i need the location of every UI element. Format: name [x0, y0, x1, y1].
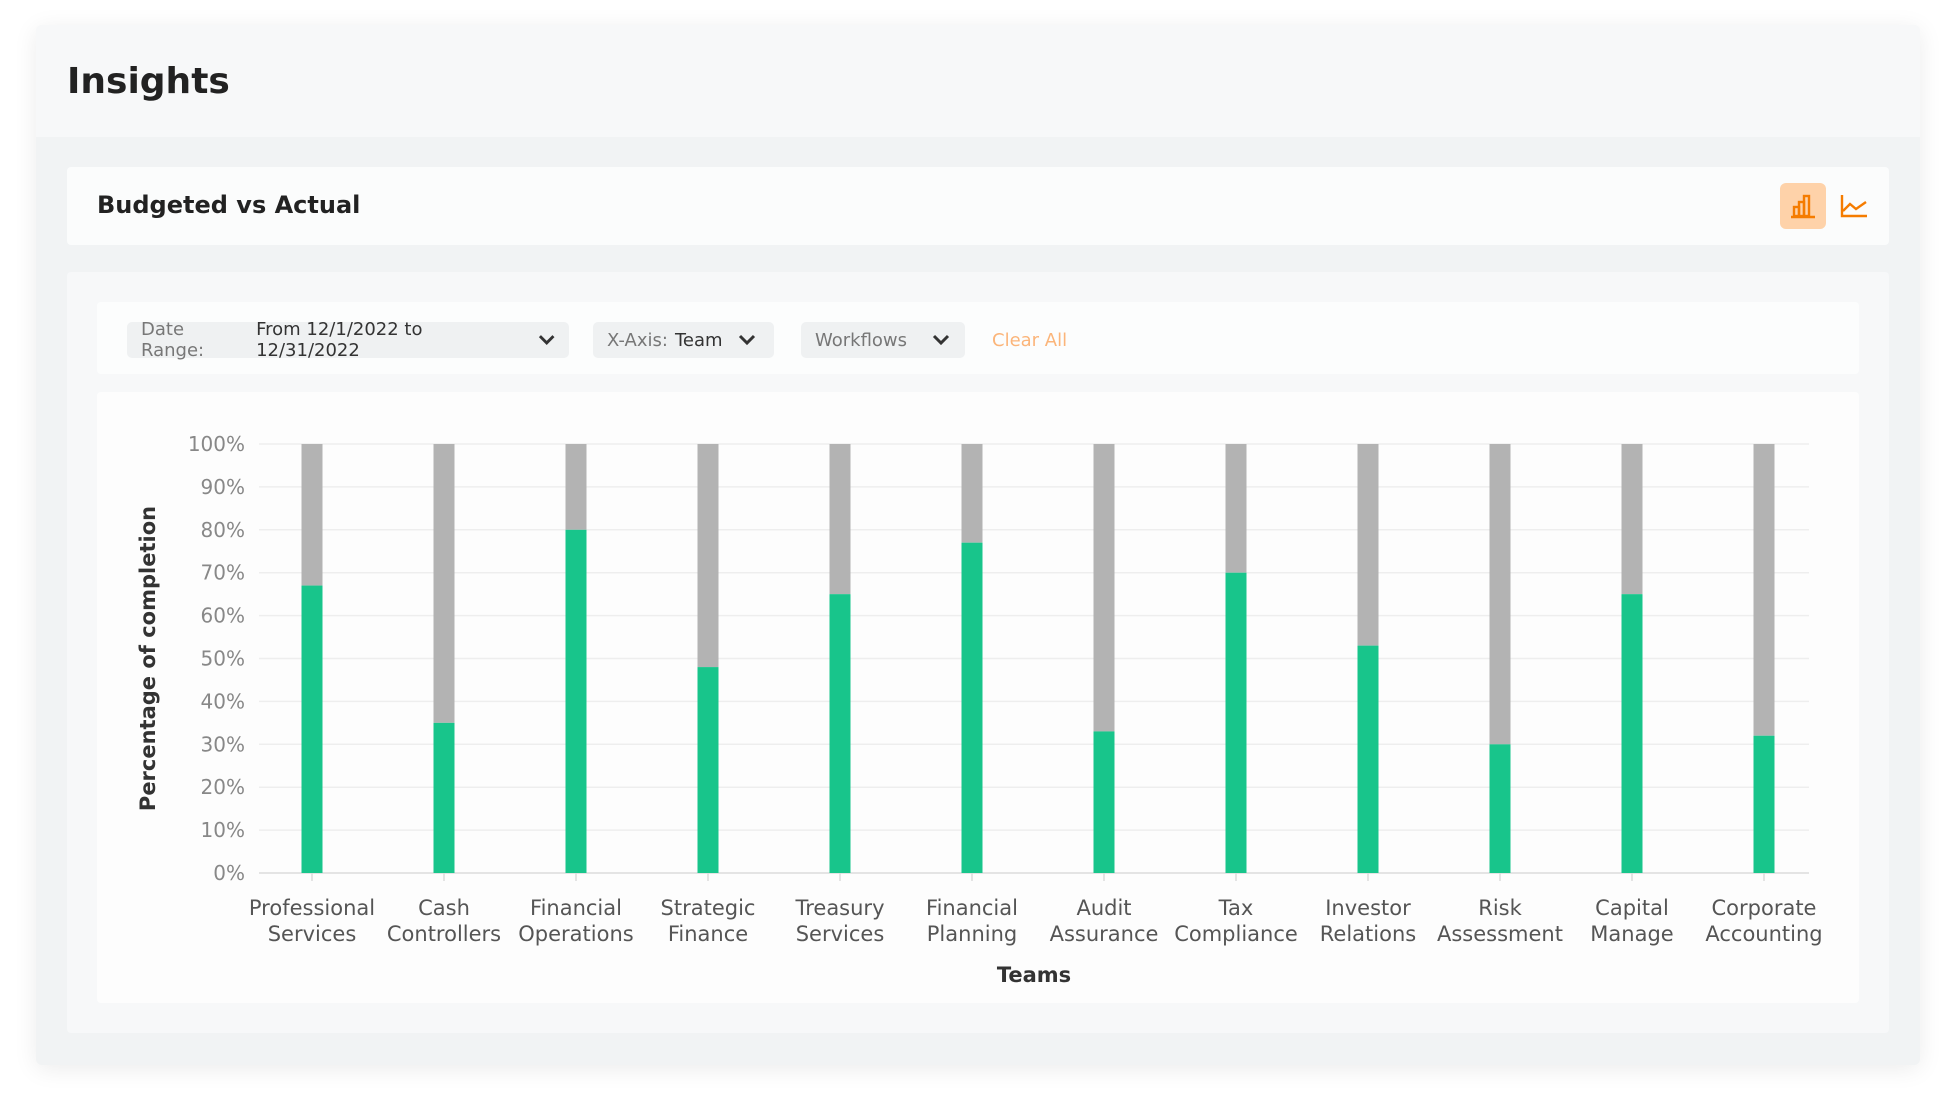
budget-bar	[1225, 444, 1247, 573]
budget-bar	[697, 444, 719, 668]
x-tick-label: Assessment	[1437, 922, 1563, 946]
y-tick-label: 70%	[201, 561, 245, 585]
y-tick-label: 100%	[188, 432, 245, 456]
x-tick-label: Compliance	[1174, 922, 1298, 946]
y-tick-label: 40%	[201, 689, 245, 713]
y-tick-label: 50%	[201, 647, 245, 671]
x-tick-label: Financial	[926, 896, 1018, 920]
budget-bar	[1753, 444, 1775, 736]
y-tick-label: 60%	[201, 604, 245, 628]
chevron-down-icon	[932, 334, 950, 346]
x-tick-label: Professional	[249, 896, 375, 920]
actual-bar	[1225, 572, 1247, 873]
chart-title: Budgeted vs Actual	[97, 191, 361, 219]
actual-bar	[1357, 645, 1379, 873]
x-tick-label: Operations	[518, 922, 633, 946]
line-chart-view-button[interactable]	[1831, 183, 1877, 229]
x-tick-label: Investor	[1325, 896, 1411, 920]
actual-bar	[1753, 735, 1775, 873]
bar-chart-view-button[interactable]	[1780, 183, 1826, 229]
x-tick-label: Risk	[1478, 896, 1522, 920]
page-title: Insights	[67, 61, 230, 102]
x-tick-label: Controllers	[387, 922, 501, 946]
chart-title-card: Budgeted vs Actual	[67, 167, 1889, 245]
chart-area: 0% 10% 20% 30% 40% 50% 60% 70% 80% 90% 100% Profess…	[97, 392, 1859, 1003]
budget-bar	[433, 444, 455, 723]
x-axis-label: X-Axis:	[607, 329, 668, 351]
y-tick-label: 0%	[213, 861, 245, 885]
budget-bar	[1489, 444, 1511, 745]
y-tick-label: 90%	[201, 475, 245, 499]
x-tick-label: Manage	[1590, 922, 1673, 946]
actual-bar	[961, 542, 983, 873]
workflows-dropdown[interactable]: Workflows	[801, 322, 965, 358]
y-tick-label: 80%	[201, 518, 245, 542]
x-tick-label: Corporate	[1712, 896, 1817, 920]
x-tick-label: Relations	[1320, 922, 1416, 946]
x-tick-label: Services	[268, 922, 357, 946]
actual-bar	[433, 722, 455, 873]
date-range-value: From 12/1/2022 to 12/31/2022	[256, 319, 423, 361]
date-range-label: Date Range:	[141, 319, 205, 361]
x-tick-label: Cash	[418, 896, 470, 920]
actual-bar	[1093, 731, 1115, 873]
x-tick-label: Assurance	[1050, 922, 1159, 946]
actual-bar	[1489, 744, 1511, 873]
x-tick-label: Strategic	[661, 896, 756, 920]
actual-bar	[697, 667, 719, 873]
actual-bar	[565, 529, 587, 873]
x-tick-label: Capital	[1595, 896, 1669, 920]
y-tick-label: 10%	[201, 818, 245, 842]
budget-bar	[301, 444, 323, 586]
budget-bar	[829, 444, 851, 595]
budget-bar	[1357, 444, 1379, 646]
x-axis-title: Teams	[997, 963, 1071, 987]
budget-bar	[1621, 444, 1643, 595]
x-axis-value: Team	[674, 329, 723, 351]
x-tick-label: Finance	[668, 922, 748, 946]
insights-container: Insights Budgeted vs Actual Date Range: …	[36, 25, 1920, 1065]
actual-bar	[829, 594, 851, 873]
stacked-bar-chart: 0% 10% 20% 30% 40% 50% 60% 70% 80% 90% 100% Profess…	[136, 432, 1823, 987]
budget-bar	[1093, 444, 1115, 732]
budget-bar	[565, 444, 587, 530]
x-tick-label: Accounting	[1705, 922, 1822, 946]
budget-bar	[961, 444, 983, 543]
x-tick-label: Services	[796, 922, 885, 946]
x-axis-dropdown[interactable]: X-Axis: Team	[593, 322, 774, 358]
y-axis-title: Percentage of completion	[136, 506, 160, 811]
y-tick-label: 30%	[201, 732, 245, 756]
actual-bar	[301, 585, 323, 873]
x-tick-label: Planning	[927, 922, 1017, 946]
x-tick-label: Financial	[530, 896, 622, 920]
page-header: Insights	[36, 25, 1920, 137]
chevron-down-icon	[738, 334, 755, 346]
x-tick-label: Treasury	[794, 896, 884, 920]
x-tick-label: Audit	[1076, 896, 1131, 920]
chart-panel: Date Range: From 12/1/2022 to 12/31/2022…	[67, 272, 1889, 1033]
filter-bar: Date Range: From 12/1/2022 to 12/31/2022…	[97, 302, 1859, 374]
chevron-down-icon	[538, 335, 555, 345]
actual-bar	[1621, 594, 1643, 873]
y-tick-label: 20%	[201, 775, 245, 799]
line-chart-icon	[1840, 195, 1867, 218]
date-range-dropdown[interactable]: Date Range: From 12/1/2022 to 12/31/2022	[127, 319, 569, 361]
bar-chart-icon	[1791, 194, 1815, 219]
workflows-label: Workflows	[815, 329, 908, 351]
x-tick-label: Tax	[1218, 896, 1254, 920]
clear-all-button[interactable]: Clear All	[992, 330, 1067, 351]
